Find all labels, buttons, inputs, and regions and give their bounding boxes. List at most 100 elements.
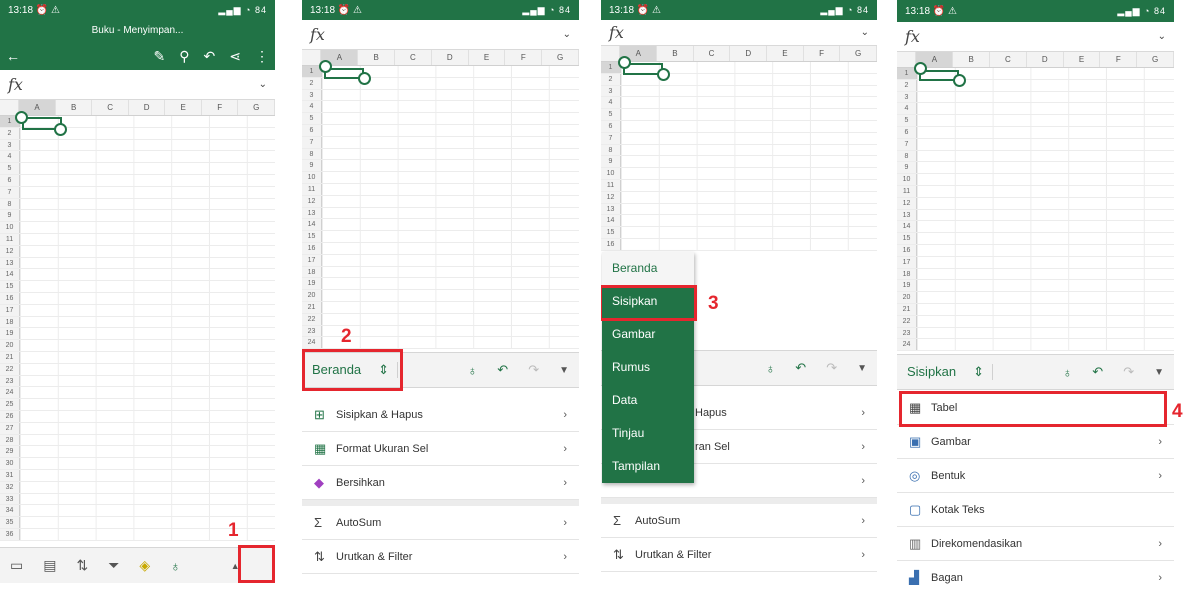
row-number[interactable]: 32	[0, 481, 20, 493]
column-header-g[interactable]: G	[542, 50, 579, 65]
row-cells[interactable]	[917, 138, 1174, 150]
selection-handle-start[interactable]	[914, 62, 927, 75]
row-number[interactable]: 6	[0, 174, 20, 186]
row-cells[interactable]	[20, 458, 275, 469]
row-cells[interactable]	[322, 278, 579, 290]
row-cells[interactable]	[917, 268, 1174, 280]
row-number[interactable]: 3	[897, 91, 917, 103]
row-cells[interactable]	[917, 197, 1174, 209]
row-number[interactable]: 23	[0, 375, 20, 387]
row-number[interactable]: 20	[0, 340, 20, 351]
dropdown-item-beranda[interactable]: Beranda	[602, 252, 694, 285]
row-cells[interactable]	[20, 328, 275, 340]
row-cells[interactable]	[20, 151, 275, 163]
collapse-down-icon[interactable]: ▼	[857, 363, 867, 374]
row-number[interactable]: 24	[302, 337, 322, 349]
row-number[interactable]: 24	[0, 387, 20, 399]
chevron-down-icon[interactable]: ⌄	[259, 79, 267, 90]
row-cells[interactable]	[322, 337, 579, 349]
row-number[interactable]: 18	[897, 268, 917, 280]
selection-handle-start[interactable]	[319, 60, 332, 73]
formula-bar[interactable]: fx ⌄	[897, 22, 1174, 52]
formula-bar[interactable]: fx ⌄	[302, 20, 579, 50]
row-number[interactable]: 12	[601, 191, 621, 203]
row-cells[interactable]	[322, 89, 579, 101]
row-number[interactable]: 2	[601, 73, 621, 85]
row-number[interactable]: 7	[0, 186, 20, 198]
row-number[interactable]: 14	[897, 221, 917, 233]
row-cells[interactable]	[322, 313, 579, 325]
selection-handle-end[interactable]	[657, 68, 670, 81]
chevron-down-icon[interactable]: ⌄	[1158, 31, 1166, 42]
row-number[interactable]: 6	[601, 120, 621, 132]
column-header-d[interactable]: D	[730, 46, 768, 61]
chevron-down-icon[interactable]: ⌄	[563, 29, 571, 40]
undo-icon[interactable]: ↶	[204, 48, 216, 65]
row-number[interactable]: 5	[302, 113, 322, 124]
formula-bar[interactable]: fx ⌄	[601, 20, 877, 46]
grid[interactable]: 1 2 3 4 5 6 7 8 9 10 11 12 13 14 15 16 17 18 19 20 21 22 23 24	[897, 68, 1174, 352]
row-number[interactable]: 16	[0, 292, 20, 304]
row-cells[interactable]	[621, 144, 877, 156]
back-arrow-icon[interactable]: ←	[6, 48, 20, 64]
row-number[interactable]: 6	[897, 126, 917, 138]
row-cells[interactable]	[20, 410, 275, 422]
column-header-g[interactable]: G	[840, 46, 877, 61]
column-header-c[interactable]: C	[395, 50, 432, 65]
row-number[interactable]: 13	[0, 257, 20, 269]
row-number[interactable]: 6	[302, 124, 322, 136]
row-number[interactable]: 3	[601, 85, 621, 97]
row-number[interactable]: 14	[0, 269, 20, 281]
grid[interactable]: 1 2 3 4 5 6 7 8 9 10 11 12 13 14 15 16	[601, 62, 877, 251]
row-cells[interactable]	[917, 315, 1174, 327]
row-cells[interactable]	[20, 198, 275, 210]
row-cells[interactable]	[20, 304, 275, 316]
column-header-b[interactable]: B	[358, 50, 396, 65]
row-cells[interactable]	[20, 505, 275, 517]
more-icon[interactable]: ⋮	[255, 48, 269, 65]
row-number[interactable]: 4	[302, 101, 322, 113]
row-number[interactable]: 16	[601, 238, 621, 250]
grid[interactable]: 1 2 3 4 5 6 7 8 9 10 11 12 13 14 15 16 17 18 19 20 21 22 23 24	[302, 66, 579, 350]
selection-handle-start[interactable]	[15, 111, 28, 124]
row-number[interactable]: 31	[0, 469, 20, 481]
select-all-corner[interactable]	[897, 52, 917, 67]
row-cells[interactable]	[20, 210, 275, 222]
selection-handle-start[interactable]	[618, 56, 631, 69]
row-number[interactable]: 13	[601, 203, 621, 215]
redo-icon[interactable]: ↷	[826, 360, 837, 376]
column-header-c[interactable]: C	[990, 52, 1027, 67]
row-cells[interactable]	[917, 292, 1174, 303]
lightbulb-icon[interactable]: ♁	[170, 558, 181, 574]
select-all-corner[interactable]	[601, 46, 621, 61]
row-number[interactable]: 3	[0, 139, 20, 151]
dropdown-item-gambar[interactable]: Gambar	[602, 318, 694, 351]
row-cells[interactable]	[621, 203, 877, 215]
row-cells[interactable]	[20, 422, 275, 434]
row-cells[interactable]	[20, 434, 275, 446]
row-number[interactable]: 14	[302, 219, 322, 231]
row-cells[interactable]	[917, 150, 1174, 162]
row-number[interactable]: 35	[0, 517, 20, 528]
row-cells[interactable]	[621, 179, 877, 191]
row-cells[interactable]	[20, 163, 275, 174]
row-number[interactable]: 7	[302, 136, 322, 148]
column-header-e[interactable]: E	[469, 50, 506, 65]
formula-bar[interactable]: fx ⌄	[0, 70, 275, 100]
column-header-g[interactable]: G	[1137, 52, 1174, 67]
menu-item-gambar[interactable]: ▣ Gambar ›	[897, 425, 1174, 459]
row-number[interactable]: 5	[897, 115, 917, 126]
row-number[interactable]: 11	[897, 185, 917, 197]
row-number[interactable]: 10	[0, 222, 20, 233]
column-header-b[interactable]: B	[953, 52, 991, 67]
menu-item-kotak-teks[interactable]: ▢ Kotak Teks	[897, 493, 1174, 527]
row-number[interactable]: 5	[601, 109, 621, 120]
row-number[interactable]: 4	[601, 97, 621, 109]
row-number[interactable]: 26	[0, 410, 20, 422]
row-number[interactable]: 7	[897, 138, 917, 150]
share-icon[interactable]: ⋖	[229, 48, 241, 65]
row-number[interactable]: 28	[0, 434, 20, 446]
menu-item-bentuk[interactable]: ◎ Bentuk ›	[897, 459, 1174, 493]
row-number[interactable]: 24	[897, 339, 917, 351]
row-number[interactable]: 8	[302, 148, 322, 160]
